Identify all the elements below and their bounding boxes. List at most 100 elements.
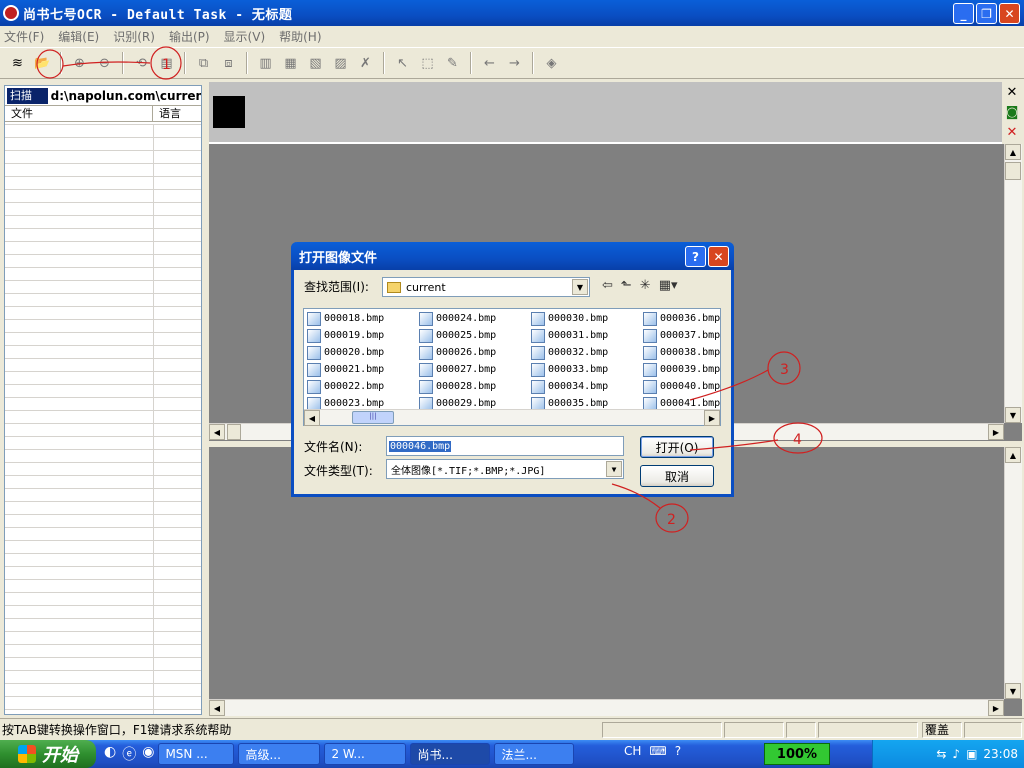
- quicklaunch-app-icon[interactable]: ◐: [104, 744, 116, 764]
- back-arrow-icon[interactable]: ←: [478, 52, 501, 75]
- menu-output[interactable]: 输出(P): [169, 28, 210, 45]
- open-button[interactable]: 打开(O): [640, 436, 714, 458]
- file-item[interactable]: 000039.bmp: [643, 361, 720, 378]
- file-item[interactable]: 000030.bmp: [531, 310, 608, 327]
- menu-file[interactable]: 文件(F): [4, 28, 44, 45]
- file-item[interactable]: 000036.bmp: [643, 310, 720, 327]
- scroll-thumb[interactable]: [227, 424, 241, 440]
- file-item[interactable]: 000033.bmp: [531, 361, 608, 378]
- file-item[interactable]: 000034.bmp: [531, 378, 608, 395]
- look-in-dropdown[interactable]: current ▼: [382, 277, 590, 297]
- column-icon[interactable]: ▦: [279, 52, 302, 75]
- file-item[interactable]: 000038.bmp: [643, 344, 720, 361]
- split-icon[interactable]: ⧈: [217, 52, 240, 75]
- up-folder-icon[interactable]: ⬑: [621, 278, 632, 293]
- back-icon[interactable]: ⇦: [602, 278, 613, 293]
- clock[interactable]: 23:08: [983, 747, 1018, 761]
- delete-block-icon[interactable]: ✗: [354, 52, 377, 75]
- scroll-up-icon[interactable]: ▲: [1005, 144, 1021, 160]
- file-item[interactable]: 000025.bmp: [419, 327, 496, 344]
- chevron-down-icon[interactable]: ▼: [572, 279, 588, 295]
- view-menu-icon[interactable]: ▦▾: [659, 278, 678, 293]
- task-advanced[interactable]: 高级...: [238, 743, 321, 765]
- file-item[interactable]: 000019.bmp: [307, 327, 384, 344]
- bottom-horizontal-scrollbar[interactable]: ◀ ▶: [209, 699, 1004, 716]
- merge-icon[interactable]: ⧉: [192, 52, 215, 75]
- pen-icon[interactable]: ✎: [441, 52, 464, 75]
- task-ocr[interactable]: 尚书...: [410, 743, 491, 765]
- tray-volume-icon[interactable]: ♪: [952, 747, 960, 761]
- scroll-up-icon[interactable]: ▲: [1005, 447, 1021, 463]
- file-item[interactable]: 000024.bmp: [419, 310, 496, 327]
- select-area-icon[interactable]: ⬚: [416, 52, 439, 75]
- menu-help[interactable]: 帮助(H): [279, 28, 321, 45]
- panel-tool-icon[interactable]: ◙: [1006, 102, 1019, 122]
- page-thumbnail[interactable]: [213, 96, 245, 128]
- scroll-left-icon[interactable]: ◀: [209, 700, 225, 716]
- scroll-down-icon[interactable]: ▼: [1005, 407, 1021, 423]
- file-list[interactable]: 000041.bmp 000040.bmp 000039.bmp 000038.bmp…: [303, 308, 721, 426]
- help-icon[interactable]: ?: [675, 744, 681, 758]
- column-header-file[interactable]: 文件: [5, 106, 153, 121]
- table-icon[interactable]: ▧: [304, 52, 327, 75]
- file-item[interactable]: 000022.bmp: [307, 378, 384, 395]
- rotate-icon[interactable]: ⟲: [130, 52, 153, 75]
- new-folder-icon[interactable]: ✳: [640, 278, 651, 293]
- scan-path[interactable]: d:\napolun.com\current: [51, 89, 201, 103]
- layout-analysis-icon[interactable]: ▤: [155, 52, 178, 75]
- filename-input[interactable]: 000046.bmp: [386, 436, 624, 456]
- menu-view[interactable]: 显示(V): [224, 28, 266, 45]
- file-item[interactable]: 000027.bmp: [419, 361, 496, 378]
- task-firefox[interactable]: 法兰...: [494, 743, 575, 765]
- keyboard-icon[interactable]: ⌨: [649, 744, 666, 758]
- filetype-dropdown[interactable]: 全体图像[*.TIF;*.BMP;*.JPG] ▼: [386, 459, 624, 479]
- scroll-right-icon[interactable]: ▶: [704, 410, 720, 426]
- task-folders[interactable]: 2 W...: [324, 743, 407, 765]
- dialog-close-button[interactable]: ✕: [708, 246, 729, 267]
- minimize-button[interactable]: _: [953, 3, 974, 24]
- scroll-right-icon[interactable]: ▶: [988, 700, 1004, 716]
- recognize-icon[interactable]: ◈: [540, 52, 563, 75]
- zoom-in-icon[interactable]: ⊕: [68, 52, 91, 75]
- panel-close-icon[interactable]: ✕: [1007, 82, 1018, 102]
- file-item[interactable]: 000020.bmp: [307, 344, 384, 361]
- file-list-rows[interactable]: [5, 124, 201, 714]
- tray-network-icon[interactable]: ⇆: [936, 747, 946, 761]
- bottom-vertical-scrollbar[interactable]: ▲ ▼: [1004, 447, 1022, 699]
- task-msn[interactable]: MSN ...: [158, 743, 235, 765]
- open-folder-icon[interactable]: 📂: [31, 52, 54, 75]
- app-icon[interactable]: [3, 5, 19, 21]
- zoom-out-icon[interactable]: ⊖: [93, 52, 116, 75]
- quicklaunch-browser-icon[interactable]: ◉: [142, 744, 154, 764]
- scroll-left-icon[interactable]: ◀: [304, 410, 320, 426]
- file-item[interactable]: 000037.bmp: [643, 327, 720, 344]
- dialog-help-button[interactable]: ?: [685, 246, 706, 267]
- scroll-right-icon[interactable]: ▶: [988, 424, 1004, 440]
- forward-arrow-icon[interactable]: →: [503, 52, 526, 75]
- menu-recognize[interactable]: 识别(R): [113, 28, 155, 45]
- file-item[interactable]: 000032.bmp: [531, 344, 608, 361]
- scroll-thumb[interactable]: [1005, 162, 1021, 180]
- scroll-thumb[interactable]: |||: [352, 411, 394, 424]
- pointer-icon[interactable]: ↖: [391, 52, 414, 75]
- image-block-icon[interactable]: ▨: [329, 52, 352, 75]
- ie-icon[interactable]: ⓔ: [122, 744, 136, 764]
- file-item[interactable]: 000031.bmp: [531, 327, 608, 344]
- file-item[interactable]: 000028.bmp: [419, 378, 496, 395]
- file-item[interactable]: 000018.bmp: [307, 310, 384, 327]
- scan-icon[interactable]: ≋: [6, 52, 29, 75]
- file-list-hscrollbar[interactable]: ◀ ||| ▶: [304, 409, 720, 426]
- file-item[interactable]: 000026.bmp: [419, 344, 496, 361]
- column-header-language[interactable]: 语言: [153, 106, 201, 121]
- start-button[interactable]: 开始: [0, 740, 96, 768]
- menu-edit[interactable]: 编辑(E): [58, 28, 99, 45]
- file-item[interactable]: 000040.bmp: [643, 378, 720, 395]
- scroll-left-icon[interactable]: ◀: [209, 424, 225, 440]
- chevron-down-icon[interactable]: ▼: [606, 461, 622, 477]
- ime-language[interactable]: CH: [624, 744, 641, 758]
- top-vertical-scrollbar[interactable]: ▲ ▼: [1004, 144, 1022, 423]
- file-item[interactable]: 000021.bmp: [307, 361, 384, 378]
- panel-delete-icon[interactable]: ✕: [1007, 122, 1018, 142]
- close-button[interactable]: ✕: [999, 3, 1020, 24]
- cancel-button[interactable]: 取消: [640, 465, 714, 487]
